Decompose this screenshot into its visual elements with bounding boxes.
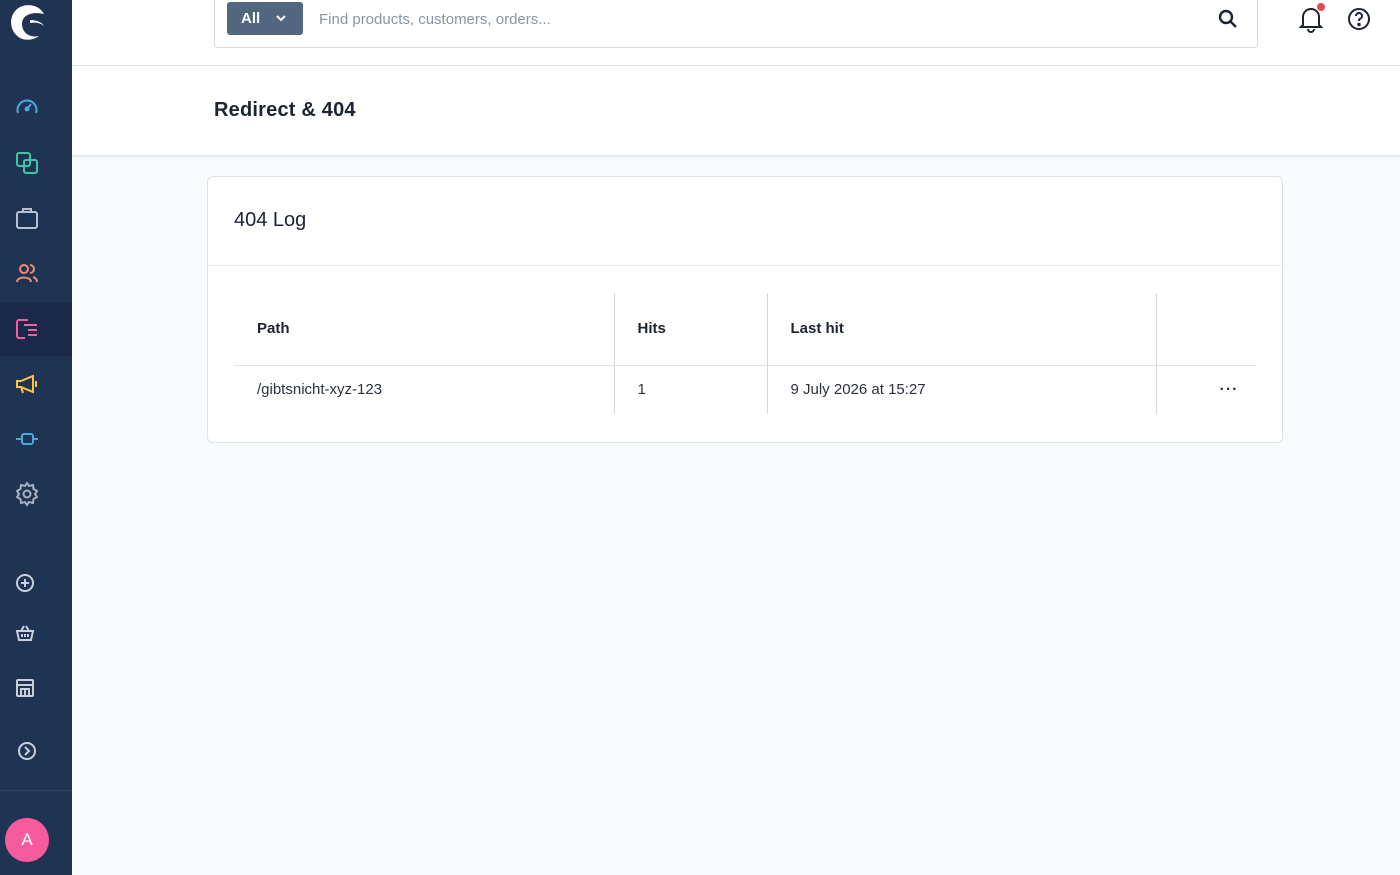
page-title: Redirect & 404 <box>214 99 356 121</box>
sidebar-item-expand[interactable] <box>0 724 72 778</box>
cell-last-hit: 9 July 2026 at 15:27 <box>766 365 1156 414</box>
sidebar: A <box>0 0 72 875</box>
content-icon <box>16 319 37 339</box>
404-log-card: 404 Log Path Hits Last hit /gibtsnicht-x… <box>207 176 1283 443</box>
sidebar-item-settings[interactable] <box>0 467 72 521</box>
cell-actions: ··· <box>1155 365 1256 414</box>
user-avatar[interactable]: A <box>5 818 49 862</box>
column-header-last-hit[interactable]: Last hit <box>766 293 1156 366</box>
row-actions-more-icon[interactable]: ··· <box>1180 381 1239 398</box>
cell-hits: 1 <box>613 365 767 414</box>
chevron-down-icon <box>276 15 286 22</box>
sidebar-divider <box>0 790 72 791</box>
add-sales-channel-icon <box>16 574 34 592</box>
extensions-icon <box>16 433 38 445</box>
card-title: 404 Log <box>234 209 307 231</box>
table-row: /gibtsnicht-xyz-123 1 9 July 2026 at 15:… <box>234 365 1256 414</box>
cell-path: /gibtsnicht-xyz-123 <box>257 381 383 399</box>
sidebar-item-storefront[interactable] <box>0 606 72 660</box>
sidebar-item-dashboard[interactable] <box>0 81 72 135</box>
top-bar: All <box>72 0 1400 66</box>
dashboard-icon <box>16 99 38 114</box>
global-search: All <box>214 0 1258 48</box>
sidebar-item-orders[interactable] <box>0 191 72 245</box>
search-type-select[interactable]: All <box>227 2 303 35</box>
shopware-logo[interactable] <box>6 0 48 42</box>
column-header-path[interactable]: Path <box>234 293 614 366</box>
search-input[interactable] <box>319 4 1199 34</box>
expand-sidebar-icon <box>18 742 36 760</box>
sidebar-item-catalogues[interactable] <box>0 136 72 190</box>
sidebar-item-add-sales-channel[interactable] <box>0 556 72 610</box>
search-icon[interactable] <box>1217 8 1239 30</box>
404-log-table: Path Hits Last hit /gibtsnicht-xyz-123 1… <box>234 293 1256 414</box>
sidebar-item-extensions[interactable] <box>0 412 72 466</box>
storefront-basket-icon <box>15 625 35 641</box>
card-header: 404 Log <box>208 177 1282 266</box>
sidebar-item-content[interactable] <box>0 302 72 356</box>
settings-icon <box>15 481 39 507</box>
marketing-icon <box>16 374 37 394</box>
sidebar-item-customers[interactable] <box>0 246 72 300</box>
sidebar-item-headless[interactable] <box>0 661 72 715</box>
help-icon[interactable] <box>1346 6 1372 32</box>
headless-store-icon <box>16 679 34 697</box>
customers-icon <box>16 264 38 283</box>
sidebar-item-marketing[interactable] <box>0 357 72 411</box>
column-header-actions <box>1155 293 1256 366</box>
table-header-row: Path Hits Last hit <box>234 293 1256 366</box>
notification-badge <box>1317 3 1325 11</box>
search-type-label: All <box>241 10 261 27</box>
orders-icon <box>16 208 38 229</box>
column-header-hits[interactable]: Hits <box>613 293 767 366</box>
page-header: Redirect & 404 <box>72 67 1400 157</box>
catalogue-icon <box>16 152 38 174</box>
